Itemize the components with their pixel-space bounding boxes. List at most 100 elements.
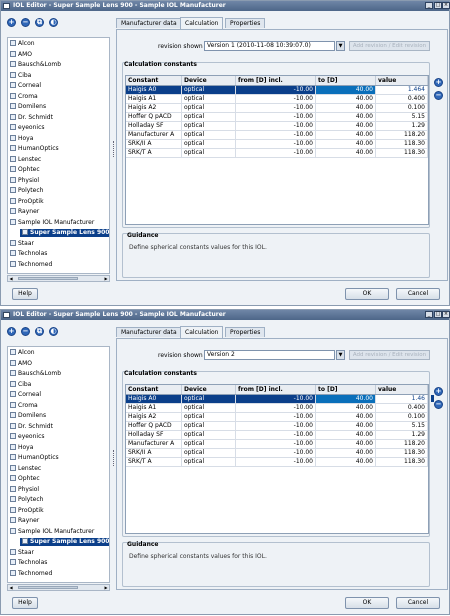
tab-1[interactable]: Calculation [180,326,224,338]
table-cell[interactable]: optical [182,440,236,448]
scroll-right-icon[interactable]: ▶ [103,276,109,281]
tree-item[interactable]: Staar [10,548,34,557]
table-row[interactable]: Haigis A2 optical -10.00 40.00 0.100 [126,104,428,113]
tree-item[interactable]: Alcon [10,40,35,48]
tree-item[interactable]: Technomed [10,260,52,269]
table-cell[interactable]: 40.00 [316,422,376,430]
title-bar[interactable]: IOL Editor - Super Sample Lens 900 - Sam… [1,310,450,320]
add-icon[interactable]: + [7,18,16,27]
column-header[interactable]: Device [182,76,236,85]
table-cell[interactable]: -10.00 [236,149,316,157]
tree-item[interactable]: Hoya [10,443,33,452]
column-header[interactable]: from [D] incl. [236,385,316,394]
tree-item[interactable]: Physiol [10,176,39,185]
table-cell[interactable]: Manufacturer A [126,131,182,139]
table-cell[interactable]: 40.00 [316,140,376,148]
table-cell[interactable]: Hoffer Q pACD [126,422,182,430]
table-row[interactable]: Haigis A1 optical -10.00 40.00 0.400 [126,404,428,413]
table-row[interactable]: SRK/II Aoptical -10.00 40.00 118.30 [126,140,428,149]
tree-item[interactable]: Corneal [10,82,41,90]
table-cell[interactable]: -10.00 [236,404,316,412]
remove-constant-icon[interactable]: − [434,91,443,100]
help-button[interactable]: Help [12,597,38,609]
table-cell[interactable]: 40.00 [316,431,376,439]
tree-item[interactable]: ProOptik [10,197,44,206]
table-cell[interactable]: 0.400 [376,404,428,412]
help-button[interactable]: Help [12,288,38,300]
column-header[interactable]: value [376,385,428,394]
table-cell[interactable]: 40.00 [316,440,376,448]
tree-item[interactable]: Croma [10,92,38,101]
lens-tree[interactable]: Alcon AMO Bausch&Lomb Ciba Corneal Croma Domil… [7,346,110,583]
add-constant-icon[interactable]: + [434,78,443,87]
table-cell[interactable]: SRK/II A [126,140,182,148]
title-bar[interactable]: IOL Editor - Super Sample Lens 900 - Sam… [1,1,450,11]
tree-item[interactable]: Rayner [10,517,39,525]
table-cell[interactable]: SRK/T A [126,458,182,466]
table-cell[interactable]: Hoffer Q pACD [126,113,182,121]
tree-item[interactable]: Technomed [10,569,52,578]
table-cell[interactable]: -10.00 [236,131,316,139]
table-cell[interactable]: 40.00 [316,95,376,103]
constants-table[interactable]: Constant Device from [D] incl. to [D] value H… [125,384,429,534]
table-cell[interactable]: 40.00 [316,104,376,112]
table-cell[interactable]: 5.15 [376,422,428,430]
cancel-button[interactable]: Cancel [396,597,440,609]
table-cell[interactable]: -10.00 [236,458,316,466]
table-cell[interactable]: -10.00 [236,413,316,421]
tree-item[interactable]: Technolas [10,559,47,567]
table-cell[interactable]: -10.00 [236,86,316,94]
tree-item[interactable]: Lenstec [10,155,41,164]
table-cell[interactable]: optical [182,449,236,457]
lens-icon[interactable]: ◐ [49,18,58,27]
tree-item[interactable]: Polytech [10,187,43,195]
tree-item[interactable]: Ciba [10,71,31,80]
table-cell[interactable]: SRK/II A [126,449,182,457]
column-header[interactable]: to [D] [316,76,376,85]
table-cell[interactable]: 0.100 [376,104,428,112]
column-header[interactable]: Device [182,385,236,394]
tree-item[interactable]: Ophtec [10,475,40,483]
tree-item[interactable]: Super Sample Lens 900 [20,538,109,546]
remove-icon[interactable]: − [21,18,30,27]
tree-item[interactable]: Ophtec [10,166,40,174]
table-cell[interactable]: -10.00 [236,104,316,112]
table-cell[interactable]: 40.00 [316,113,376,121]
table-cell[interactable]: 1.29 [376,122,428,130]
tab-2[interactable]: Properties [225,327,266,337]
table-cell[interactable]: 40.00 [316,149,376,157]
add-icon[interactable]: + [7,327,16,336]
tree-item[interactable]: Sample IOL Manufacturer [10,218,94,227]
ok-button[interactable]: OK [345,597,389,609]
table-cell[interactable]: 1.29 [376,431,428,439]
tree-item[interactable]: AMO [10,50,32,59]
table-row[interactable]: Hoffer Q pACD optical -10.00 40.00 5.15 [126,113,428,122]
table-row[interactable]: Holladay SF optical -10.00 40.00 1.29 [126,122,428,131]
table-cell[interactable]: optical [182,149,236,157]
scroll-left-icon[interactable]: ◀ [8,585,14,590]
table-cell[interactable]: optical [182,395,236,403]
tree-item[interactable]: Corneal [10,391,41,399]
table-cell[interactable]: Holladay SF [126,431,182,439]
tree-item[interactable]: Domilens [10,103,46,111]
tree-item[interactable]: Ciba [10,380,31,389]
tree-item[interactable]: Dr. Schmidt [10,113,53,122]
table-row[interactable]: Hoffer Q pACD optical -10.00 40.00 5.15 [126,422,428,431]
tree-item[interactable]: Bausch&Lomb [10,61,61,69]
table-cell[interactable]: 0.400 [376,95,428,103]
remove-constant-icon[interactable]: − [434,400,443,409]
table-cell[interactable]: 118.20 [376,131,428,139]
table-cell[interactable]: -10.00 [236,140,316,148]
table-row[interactable]: Manufacturer Aoptical -10.00 40.00 118.20 [126,440,428,449]
tree-item[interactable]: Dr. Schmidt [10,422,53,431]
table-row[interactable]: Haigis A0 optical -10.00 40.00 1.46 [126,395,428,404]
table-cell[interactable]: 5.15 [376,113,428,121]
copy-icon[interactable]: ⧉ [35,18,44,27]
chevron-down-icon[interactable]: ▼ [336,41,345,51]
column-header[interactable]: Constant [126,76,182,85]
cancel-button[interactable]: Cancel [396,288,440,300]
tree-item[interactable]: Alcon [10,349,35,357]
table-cell[interactable]: Haigis A0 [126,395,182,403]
table-cell[interactable]: Manufacturer A [126,440,182,448]
table-row[interactable]: SRK/II Aoptical -10.00 40.00 118.30 [126,449,428,458]
